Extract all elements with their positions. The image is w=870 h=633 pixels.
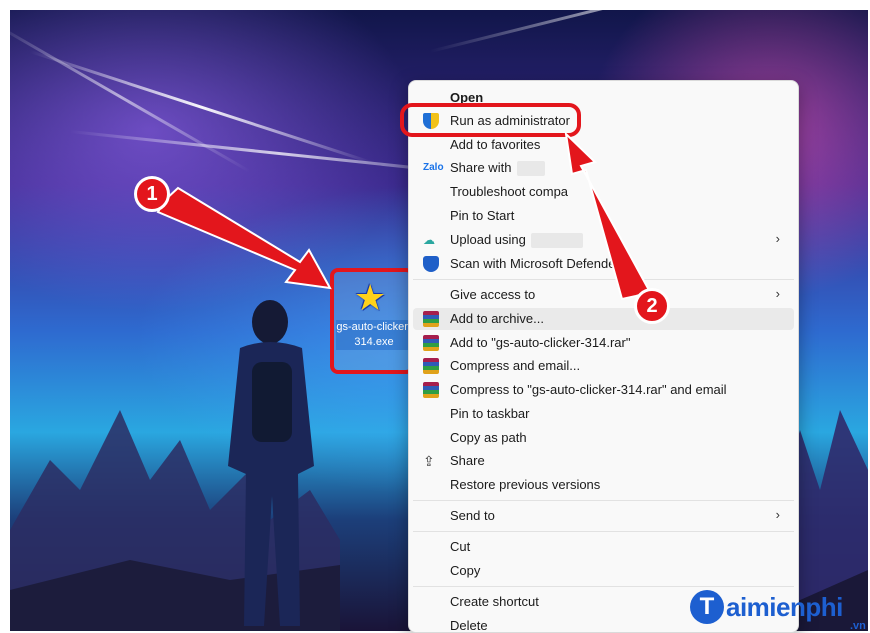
step-1-badge: 1 xyxy=(134,176,170,212)
desktop-file-icon[interactable]: ★ gs-auto-clicker-314.exe xyxy=(330,268,414,374)
menu-item-label: Scan with Microsoft Defender... xyxy=(450,256,630,271)
share-with-icon: Zalo xyxy=(423,162,444,173)
menu-item-give-access-to[interactable]: Give access to › xyxy=(413,284,794,306)
menu-item-label: Add to archive... xyxy=(450,311,544,326)
menu-item-add-to-archive[interactable]: Add to archive... xyxy=(413,308,794,330)
menu-item-restore-previous-versions[interactable]: Restore previous versions xyxy=(413,474,794,496)
menu-item-add-to-favorites[interactable]: Add to favorites xyxy=(413,134,794,156)
menu-item-share-with[interactable]: Zalo Share with xyxy=(413,157,794,179)
menu-item-label: Restore previous versions xyxy=(450,477,601,492)
menu-item-label: Send to xyxy=(450,508,495,523)
menu-item-label: Upload using xyxy=(450,232,526,247)
light-streak xyxy=(429,10,838,53)
menu-item-pin-to-start[interactable]: Pin to Start xyxy=(413,205,794,227)
menu-item-label: Copy as path xyxy=(450,430,527,445)
context-menu: Open Run as administrator Add to favorit… xyxy=(408,80,799,633)
defender-icon xyxy=(423,256,439,272)
menu-separator xyxy=(413,279,794,280)
file-name-label: gs-auto-clicker-314.exe xyxy=(336,320,412,350)
menu-item-compress-to-rar-and-email[interactable]: Compress to "gs-auto-clicker-314.rar" an… xyxy=(413,379,794,401)
menu-item-label: Compress to "gs-auto-clicker-314.rar" an… xyxy=(450,382,727,397)
person-silhouette xyxy=(228,300,314,626)
menu-item-label: Troubleshoot compa xyxy=(450,184,569,199)
chevron-right-icon: › xyxy=(775,507,780,522)
menu-separator xyxy=(413,500,794,501)
menu-item-label: Pin to Start xyxy=(450,208,515,223)
menu-item-label: Add to "gs-auto-clicker-314.rar" xyxy=(450,335,631,350)
light-streak xyxy=(10,20,251,173)
upload-icon: ☁ xyxy=(423,233,435,247)
menu-item-label: Copy xyxy=(450,563,481,578)
watermark-suffix: .vn xyxy=(850,620,866,632)
menu-item-copy-as-path[interactable]: Copy as path xyxy=(413,427,794,449)
menu-item-label: Compress and email... xyxy=(450,358,581,373)
step-2-badge: 2 xyxy=(634,288,670,324)
menu-item-pin-to-taskbar[interactable]: Pin to taskbar xyxy=(413,403,794,425)
menu-item-upload-using[interactable]: ☁ Upload using › xyxy=(413,229,794,251)
menu-item-label: Give access to xyxy=(450,287,536,302)
menu-item-scan-with-defender[interactable]: Scan with Microsoft Defender... xyxy=(413,253,794,275)
menu-item-label: Create shortcut xyxy=(450,594,539,609)
share-icon: ⇪ xyxy=(423,453,435,469)
winrar-icon xyxy=(423,358,439,374)
redacted-text xyxy=(517,161,545,176)
menu-item-label: Cut xyxy=(450,539,471,554)
menu-item-add-to-rar[interactable]: Add to "gs-auto-clicker-314.rar" xyxy=(413,332,794,354)
watermark-logo: T aimienphi .vn xyxy=(690,586,870,632)
watermark-text: aimienphi xyxy=(726,592,843,622)
menu-item-copy[interactable]: Copy xyxy=(413,560,794,582)
menu-item-cut[interactable]: Cut xyxy=(413,536,794,558)
star-icon: ★ xyxy=(354,277,387,318)
chevron-right-icon: › xyxy=(775,286,780,301)
menu-item-label: Share with xyxy=(450,160,512,175)
menu-item-compress-and-email[interactable]: Compress and email... xyxy=(413,355,794,377)
redacted-text xyxy=(531,233,583,248)
menu-item-label: Share xyxy=(450,453,485,468)
menu-item-send-to[interactable]: Send to › xyxy=(413,505,794,527)
menu-item-share[interactable]: ⇪ Share xyxy=(413,450,794,472)
winrar-icon xyxy=(423,382,439,398)
menu-separator xyxy=(413,531,794,532)
chevron-right-icon: › xyxy=(775,231,780,246)
menu-item-label: Pin to taskbar xyxy=(450,406,530,421)
highlight-box xyxy=(400,103,581,137)
winrar-icon xyxy=(423,335,439,351)
menu-item-troubleshoot-compatibility[interactable]: Troubleshoot compa xyxy=(413,181,794,203)
light-streak xyxy=(29,50,373,165)
winrar-icon xyxy=(423,311,439,327)
menu-item-label: Add to favorites xyxy=(450,137,541,152)
watermark-letter: T xyxy=(690,590,724,624)
